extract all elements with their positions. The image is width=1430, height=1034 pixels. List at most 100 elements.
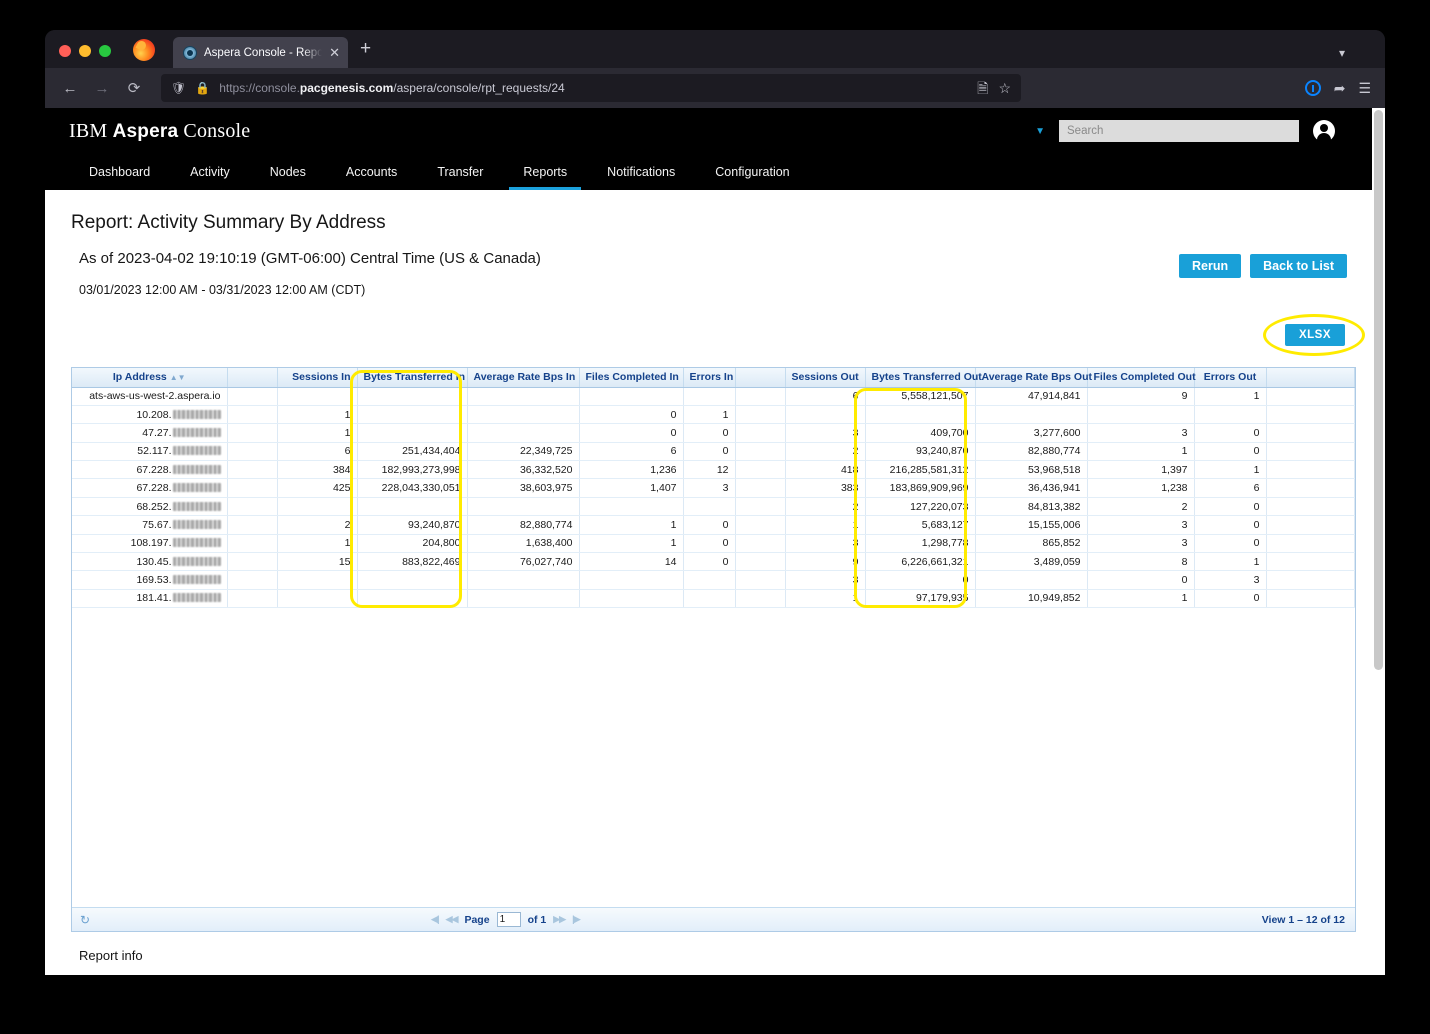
sort-arrows-icon[interactable]: ▲▼ (170, 373, 186, 382)
next-page-icon[interactable]: ▶▶ (553, 914, 566, 925)
cell-spacer-2 (735, 423, 786, 443)
cell-bytes-out: 93,240,870 (865, 442, 976, 462)
redacted-ip-icon (172, 519, 221, 529)
table-row[interactable]: 68.252. 2 127,220,073 84,813,382 2 0 (72, 497, 1355, 517)
cell-rate-in (467, 589, 580, 609)
column-header-sessions-in[interactable]: Sessions In (277, 368, 358, 388)
table-row[interactable]: 67.228. 384 182,993,273,998 36,332,520 1,236… (72, 460, 1355, 480)
cell-sessions-in (277, 589, 358, 609)
nav-item-transfer[interactable]: Transfer (417, 154, 503, 190)
refresh-icon[interactable]: ↻ (72, 913, 90, 927)
report-info-link[interactable]: Report info (79, 948, 143, 963)
column-header-spacer-2 (735, 368, 786, 388)
cell-sessions-in: 1 (277, 423, 358, 443)
star-icon[interactable]: ☆ (998, 81, 1011, 95)
list-all-tabs-icon[interactable]: ▾ (1339, 46, 1345, 60)
search-input[interactable] (1059, 120, 1299, 142)
cell-sessions-out (785, 405, 866, 425)
table-row[interactable]: 47.27. 1 0 0 3 409,700 3,277,600 3 0 (72, 423, 1355, 443)
cell-ip-address: 68.252. (72, 497, 228, 517)
column-header-errors-in[interactable]: Errors In (683, 368, 736, 388)
cell-ip-address: ats-aws-us-west-2.aspera.io (72, 387, 228, 406)
column-header-ip-address[interactable]: Ip Address ▲▼ (72, 368, 228, 388)
cell-ip-address: 67.228. (72, 478, 228, 498)
table-row[interactable]: 130.45. 15 883,822,469 76,027,740 14 0 9 6,226,… (72, 552, 1355, 572)
column-header-bytes-transferred-in[interactable]: Bytes Transferred In (357, 368, 468, 388)
cell-sessions-out: 3 (785, 570, 866, 590)
cell-sessions-in: 1 (277, 405, 358, 425)
prev-page-icon[interactable]: ◀◀ (446, 914, 459, 925)
cell-spacer-1 (227, 405, 278, 425)
cell-ip-address: 10.208. (72, 405, 228, 425)
column-header-bytes-transferred-out[interactable]: Bytes Transferred Out (865, 368, 982, 388)
close-window-button[interactable] (59, 45, 71, 57)
user-avatar-icon[interactable] (1313, 120, 1335, 142)
pocket-icon[interactable] (1304, 80, 1321, 96)
table-row[interactable]: 75.67. 2 93,240,870 82,880,774 1 0 1 5,683,127 1… (72, 515, 1355, 535)
back-to-list-button[interactable]: Back to List (1250, 254, 1347, 278)
xlsx-export-button[interactable]: XLSX (1284, 324, 1345, 346)
nav-item-configuration[interactable]: Configuration (695, 154, 809, 190)
table-row[interactable]: 181.41. 1 97,179,935 10,949,852 1 0 (72, 589, 1355, 609)
nav-item-activity[interactable]: Activity (170, 154, 250, 190)
nav-item-dashboard[interactable]: Dashboard (69, 154, 170, 190)
table-row[interactable]: 108.197. 1 204,800 1,638,400 1 0 3 1,298,778 865… (72, 534, 1355, 554)
app-header: IBM Aspera Console ▼ (45, 108, 1385, 154)
share-icon[interactable]: ➦ (1334, 81, 1346, 95)
caret-down-icon[interactable]: ▼ (1035, 126, 1045, 137)
page-scrollbar-thumb[interactable] (1374, 110, 1383, 670)
nav-item-reports[interactable]: Reports (503, 154, 587, 190)
app-logo[interactable]: IBM Aspera Console (69, 120, 250, 143)
last-page-icon[interactable]: |▶ (572, 914, 581, 925)
back-button[interactable]: ← (55, 74, 85, 102)
cell-errors-out (1194, 405, 1267, 425)
column-header-average-rate-bps-in[interactable]: Average Rate Bps In (467, 368, 580, 388)
table-row[interactable]: 169.53. 3 0 0 3 (72, 570, 1355, 590)
new-tab-button[interactable]: + (348, 39, 381, 68)
hamburger-menu-icon[interactable]: ☰ (1358, 81, 1371, 95)
column-header-errors-out[interactable]: Errors Out (1194, 368, 1267, 388)
table-row[interactable]: ats-aws-us-west-2.aspera.io 6 5,558,121,50… (72, 387, 1355, 406)
cell-rate-out: 82,880,774 (975, 442, 1088, 462)
table-row[interactable]: 10.208. 1 0 1 (72, 405, 1355, 425)
nav-item-notifications[interactable]: Notifications (587, 154, 695, 190)
browser-window: Aspera Console - Report: Activit ✕ + ▾ ←… (45, 30, 1385, 975)
cell-errors-in: 1 (683, 405, 736, 425)
cell-bytes-out (865, 405, 976, 425)
column-header-files-completed-in[interactable]: Files Completed In (579, 368, 684, 388)
cell-bytes-out: 183,869,909,969 (865, 478, 976, 498)
nav-item-accounts[interactable]: Accounts (326, 154, 417, 190)
table-row[interactable]: 52.117. 6 251,434,404 22,349,725 6 0 2 93,240,8… (72, 442, 1355, 462)
cell-sessions-in: 1 (277, 534, 358, 554)
column-header-sessions-out[interactable]: Sessions Out (785, 368, 866, 388)
url-domain: pacgenesis.com (299, 81, 394, 95)
cell-errors-in: 0 (683, 423, 736, 443)
cell-files-out (1087, 405, 1195, 425)
page-scrollbar[interactable] (1372, 108, 1385, 975)
rerun-button[interactable]: Rerun (1179, 254, 1242, 278)
cell-files-in: 1 (579, 534, 684, 554)
shield-icon[interactable]: 🛡 (171, 82, 186, 94)
cell-bytes-in (357, 405, 468, 425)
reader-view-icon[interactable]: 🗎 (977, 81, 988, 95)
lock-icon[interactable]: 🔒 (195, 82, 210, 94)
cell-errors-in: 12 (683, 460, 736, 480)
tab-favicon-icon (183, 45, 197, 60)
column-header-files-completed-out[interactable]: Files Completed Out (1087, 368, 1196, 388)
table-row[interactable]: 67.228. 425 228,043,330,051 38,603,975 1,407… (72, 478, 1355, 498)
minimize-window-button[interactable] (79, 45, 91, 57)
redacted-ip-icon (172, 409, 221, 419)
cell-ip-address: 52.117. (72, 442, 228, 462)
forward-button[interactable]: → (87, 74, 117, 102)
reload-button[interactable]: ⟳ (119, 74, 149, 102)
close-tab-icon[interactable]: ✕ (329, 46, 340, 59)
browser-tab[interactable]: Aspera Console - Report: Activit ✕ (173, 37, 348, 68)
cell-bytes-in (357, 423, 468, 443)
redacted-ip-icon (172, 556, 221, 566)
address-bar[interactable]: 🛡 🔒 https://console.pacgenesis.com/asper… (161, 74, 1021, 102)
first-page-icon[interactable]: ◀| (431, 914, 440, 925)
nav-item-nodes[interactable]: Nodes (250, 154, 326, 190)
column-header-average-rate-bps-out[interactable]: Average Rate Bps Out (975, 368, 1092, 388)
page-number-input[interactable] (496, 912, 521, 927)
maximize-window-button[interactable] (99, 45, 111, 57)
